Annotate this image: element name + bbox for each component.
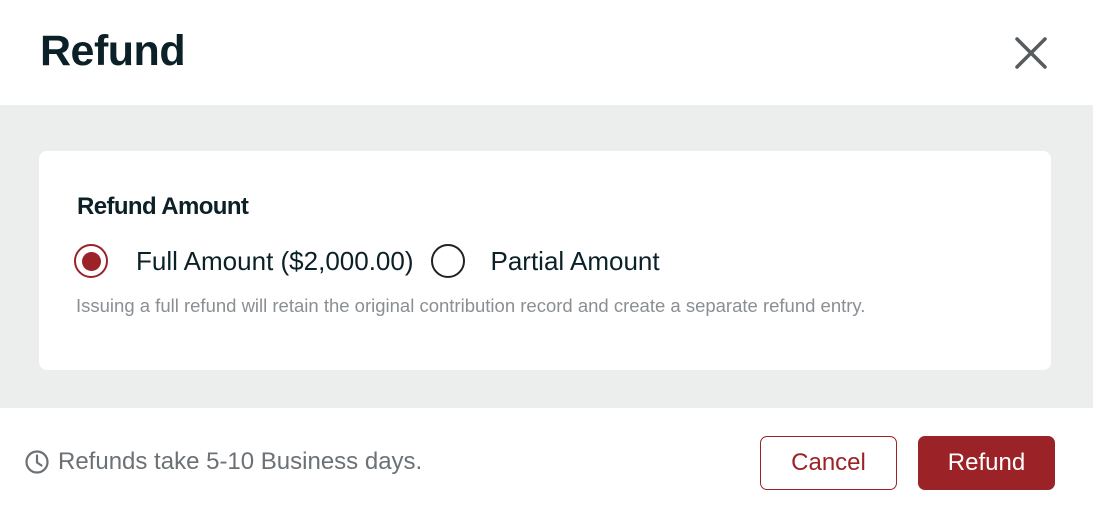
partial-amount-radio[interactable]	[430, 244, 465, 278]
refund-button[interactable]: Refund	[918, 436, 1055, 490]
dialog-title: Refund	[40, 27, 186, 75]
cancel-button[interactable]: Cancel	[760, 436, 897, 490]
refund-timing-note: Refunds take 5-10 Business days.	[24, 448, 422, 476]
dialog-footer: Refunds take 5-10 Business days. Cancel …	[0, 408, 1093, 506]
full-amount-option[interactable]: Full Amount ($2,000.00)	[74, 244, 414, 278]
refund-amount-card: Refund Amount Full Amount ($2,000.00) Pa…	[39, 151, 1051, 370]
partial-amount-label[interactable]: Partial Amount	[491, 246, 660, 276]
dialog-header: Refund	[0, 0, 1093, 105]
refund-timing-text: Refunds take 5-10 Business days.	[58, 448, 423, 475]
full-amount-radio[interactable]	[74, 244, 108, 278]
full-amount-label[interactable]: Full Amount ($2,000.00)	[136, 246, 414, 276]
clock-icon	[24, 449, 50, 475]
refund-amount-label: Refund Amount	[77, 193, 249, 220]
partial-amount-option[interactable]: Partial Amount	[430, 244, 660, 278]
radio-selected-dot	[81, 251, 101, 271]
dialog-body: Refund Amount Full Amount ($2,000.00) Pa…	[0, 105, 1093, 408]
close-icon	[1015, 37, 1047, 69]
close-button[interactable]	[1008, 30, 1054, 76]
refund-helper-text: Issuing a full refund will retain the or…	[76, 295, 866, 316]
refund-amount-radio-group: Full Amount ($2,000.00) Partial Amount	[74, 243, 660, 279]
